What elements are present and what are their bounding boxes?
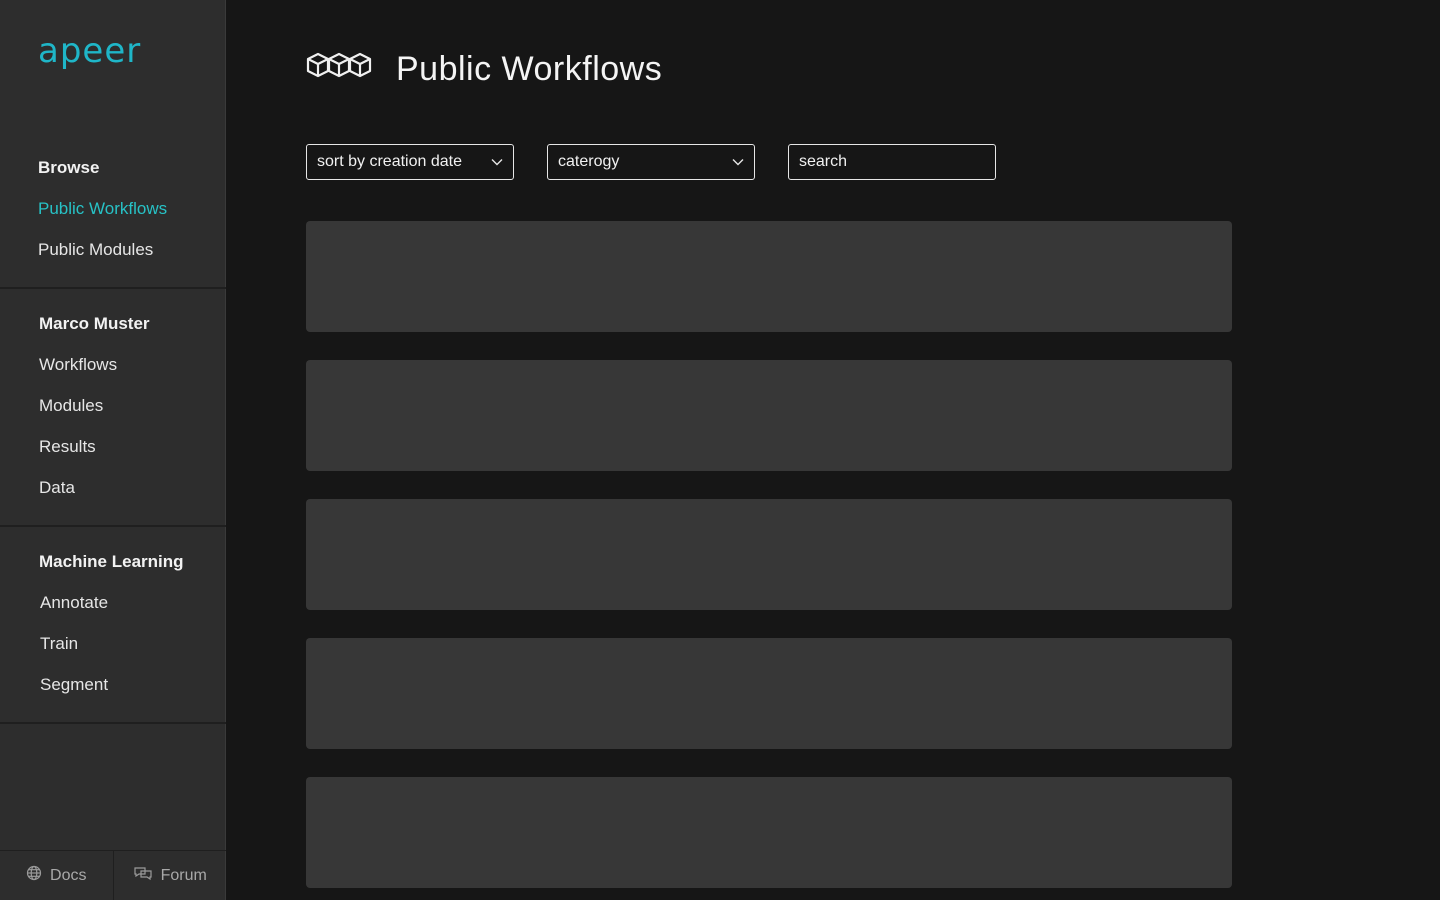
- search-box[interactable]: [788, 144, 996, 180]
- forum-button[interactable]: Forum: [112, 851, 227, 900]
- workflow-card[interactable]: [306, 360, 1232, 471]
- page-header: Public Workflows: [306, 50, 662, 89]
- chat-icon: [133, 865, 153, 886]
- chevron-down-icon: [732, 153, 744, 171]
- sidebar-item-workflows[interactable]: Workflows: [39, 355, 117, 375]
- main-content: Public Workflows sort by creation date c…: [226, 0, 1440, 900]
- sidebar-item-train[interactable]: Train: [40, 634, 78, 654]
- workflow-card[interactable]: [306, 499, 1232, 610]
- machine-learning-section-title: Machine Learning: [39, 552, 184, 571]
- sidebar-item-modules[interactable]: Modules: [39, 396, 103, 416]
- sidebar-item-results[interactable]: Results: [39, 437, 96, 457]
- sort-select[interactable]: sort by creation date: [306, 144, 514, 180]
- sort-select-value: sort by creation date: [317, 153, 462, 170]
- globe-icon: [26, 865, 42, 886]
- sidebar-item-segment[interactable]: Segment: [40, 675, 108, 695]
- sidebar-item-data[interactable]: Data: [39, 478, 75, 498]
- sidebar-footer: Docs Forum: [0, 850, 226, 900]
- sidebar-divider: [0, 525, 226, 527]
- browse-section: Browse Public Workflows Public Modules: [0, 150, 226, 287]
- browse-section-title: Browse: [38, 158, 100, 177]
- forum-label: Forum: [160, 866, 207, 884]
- logo-text: apeer: [38, 31, 142, 71]
- sidebar-item-public-workflows[interactable]: Public Workflows: [38, 199, 167, 219]
- workflow-card[interactable]: [306, 777, 1232, 888]
- user-section-title: Marco Muster: [39, 314, 150, 333]
- apeer-logo[interactable]: apeer: [38, 34, 141, 68]
- sidebar-item-public-modules[interactable]: Public Modules: [38, 240, 153, 260]
- sidebar-divider: [0, 722, 226, 724]
- search-input[interactable]: [799, 153, 985, 171]
- sidebar-item-annotate[interactable]: Annotate: [40, 593, 108, 613]
- workflow-card[interactable]: [306, 221, 1232, 332]
- workflow-card-list: [306, 221, 1232, 900]
- sidebar: apeer Browse Public Workflows Public Mod…: [0, 0, 226, 900]
- workflow-card[interactable]: [306, 638, 1232, 749]
- machine-learning-section: Machine Learning Annotate Train Segment: [0, 544, 226, 722]
- category-select[interactable]: caterogy: [547, 144, 755, 180]
- docs-button[interactable]: Docs: [0, 851, 113, 900]
- filter-controls: sort by creation date caterogy: [306, 144, 996, 180]
- page-title: Public Workflows: [396, 50, 663, 88]
- category-select-value: caterogy: [558, 153, 620, 170]
- sidebar-divider: [0, 287, 226, 289]
- chevron-down-icon: [491, 153, 503, 171]
- docs-label: Docs: [50, 866, 87, 884]
- app-window: apeer Browse Public Workflows Public Mod…: [0, 0, 1440, 900]
- user-section: Marco Muster Workflows Modules Results D…: [0, 306, 226, 525]
- workflow-cubes-icon: [306, 50, 374, 89]
